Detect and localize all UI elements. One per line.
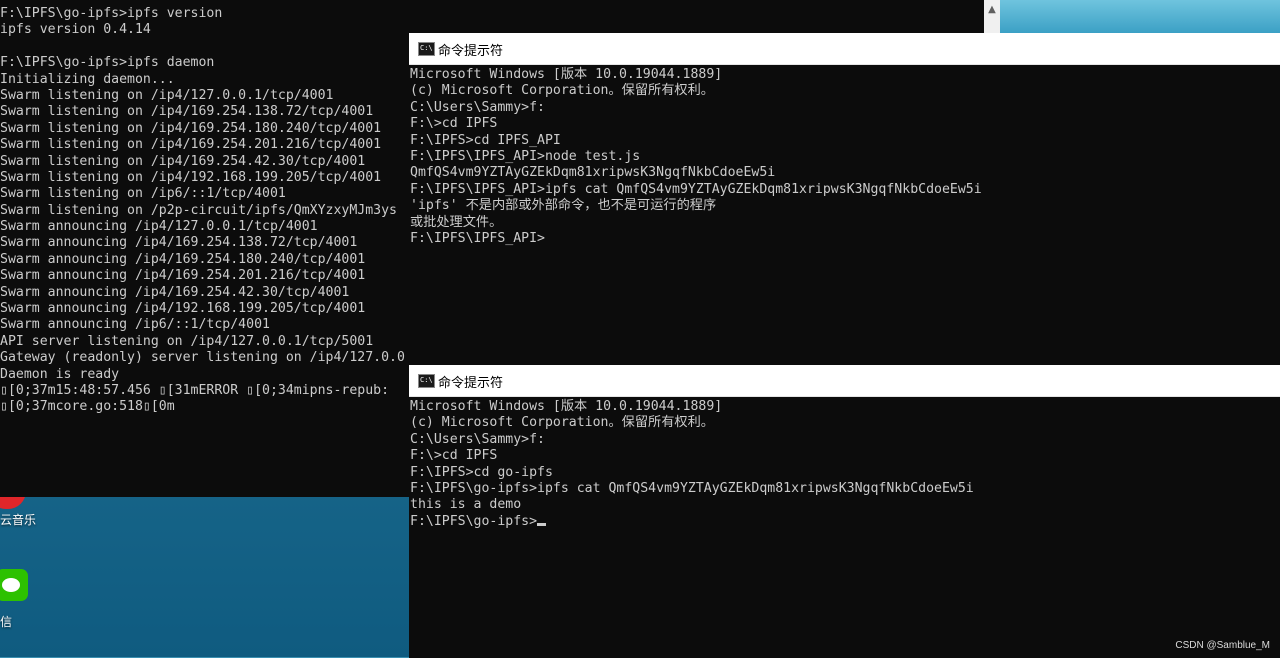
cmd-icon: C:\ — [418, 42, 435, 56]
console-line: Swarm listening on /ip4/169.254.138.72/t… — [0, 104, 374, 120]
terminal-output: F:\IPFS\go-ipfs>ipfs version ipfs version… — [0, 6, 405, 416]
scroll-up-icon[interactable]: ▲ — [984, 0, 1000, 20]
console-line: F:\IPFS\go-ipfs>ipfs version — [0, 6, 223, 21]
console-line: Swarm announcing /ip4/192.168.199.205/tc… — [0, 301, 366, 317]
console-line: (c) Microsoft Corporation。保留所有权利。 — [410, 83, 714, 99]
console-line: Swarm announcing /ip4/127.0.0.1/tcp/4001 — [0, 219, 318, 235]
window-title: 命令提示符 — [438, 44, 504, 59]
desktop-icon-label: 信 — [0, 615, 13, 629]
cmd-icon: C:\ — [418, 374, 435, 388]
console-line: Microsoft Windows [版本 10.0.19044.1889] — [410, 399, 723, 414]
wechat-app-icon — [0, 569, 28, 601]
console-line: QmfQS4vm9YZTAyGZEkDqm81xripwsK3NgqfNkbCd… — [410, 165, 776, 181]
console-line: this is a demo — [410, 497, 522, 513]
console-line: Swarm listening on /ip4/127.0.0.1/tcp/40… — [0, 87, 334, 103]
console-line: Swarm listening on /ip4/169.254.201.216/… — [0, 137, 382, 153]
console-line: F:\IPFS\go-ipfs>ipfs cat QmfQS4vm9YZTAyG… — [410, 481, 974, 497]
console-line: Swarm listening on /ip6/::1/tcp/4001 — [0, 186, 286, 202]
console-line: F:\IPFS\IPFS_API>ipfs cat QmfQS4vm9YZTAy… — [410, 181, 982, 197]
console-body[interactable]: Microsoft Windows [版本 10.0.19044.1889] (c… — [409, 65, 1280, 365]
console-line: C:\Users\Sammy>f: — [410, 431, 545, 447]
console-line: F:\IPFS\go-ipfs>ipfs daemon — [0, 55, 215, 71]
title-bar[interactable]: C:\ 命令提示符 — [409, 33, 1280, 65]
console-line: (c) Microsoft Corporation。保留所有权利。 — [410, 415, 714, 431]
console-line: Swarm announcing /ip4/169.254.180.240/tc… — [0, 251, 366, 267]
console-prompt-line[interactable]: F:\IPFS\go-ipfs> — [410, 514, 974, 530]
desktop-wallpaper — [1000, 0, 1280, 34]
console-line: Swarm listening on /p2p-circuit/ipfs/QmX… — [0, 202, 397, 218]
text-cursor — [537, 522, 547, 526]
console-output: Microsoft Windows [版本 10.0.19044.1889] (c… — [410, 399, 974, 530]
console-line: 'ipfs' 不是内部或外部命令，也不是可运行的程序 — [410, 198, 717, 214]
desktop-icon-wechat[interactable]: 信 — [0, 565, 40, 629]
console-line: Swarm announcing /ip4/169.254.138.72/tcp… — [0, 235, 358, 251]
console-output: Microsoft Windows [版本 10.0.19044.1889] (c… — [410, 67, 982, 247]
console-line: F:\IPFS\IPFS_API>node test.js — [410, 149, 641, 165]
watermark: CSDN @Samblue_M — [1175, 640, 1270, 651]
console-line: C:\Users\Sammy>f: — [410, 99, 545, 115]
desktop-icon-label: 云音乐 — [0, 513, 37, 527]
console-line: Swarm announcing /ip4/169.254.201.216/tc… — [0, 268, 366, 284]
console-body[interactable]: Microsoft Windows [版本 10.0.19044.1889] (c… — [409, 397, 1280, 658]
console-line: Swarm listening on /ip4/192.168.199.205/… — [0, 169, 382, 185]
console-line: Swarm announcing /ip6/::1/tcp/4001 — [0, 317, 270, 333]
window-title: 命令提示符 — [438, 376, 504, 391]
title-bar[interactable]: C:\ 命令提示符 — [409, 365, 1280, 397]
console-line: 或批处理文件。 — [410, 214, 503, 230]
cmd-window-2[interactable]: C:\ 命令提示符 Microsoft Windows [版本 10.0.190… — [409, 365, 1280, 658]
console-line: ipfs version 0.4.14 — [0, 22, 151, 38]
console-line: Microsoft Windows [版本 10.0.19044.1889] — [410, 67, 723, 82]
console-line: Swarm listening on /ip4/169.254.42.30/tc… — [0, 153, 366, 169]
console-line: ▯[0;37m15:48:57.456 ▯[31mERROR ▯[0;34mip… — [0, 382, 390, 398]
console-line: Swarm listening on /ip4/169.254.180.240/… — [0, 120, 382, 136]
console-line: F:\IPFS>cd IPFS_API — [410, 132, 561, 148]
console-line: F:\IPFS\IPFS_API> — [410, 231, 545, 247]
console-line: F:\>cd IPFS — [410, 116, 498, 132]
console-body-extension — [409, 626, 1280, 657]
cmd-window-1[interactable]: C:\ 命令提示符 Microsoft Windows [版本 10.0.190… — [409, 33, 1280, 365]
console-line: F:\>cd IPFS — [410, 448, 498, 464]
console-line: Gateway (readonly) server listening on /… — [0, 350, 405, 366]
console-line: API server listening on /ip4/127.0.0.1/t… — [0, 333, 374, 349]
console-prompt: F:\IPFS\go-ipfs> — [410, 513, 538, 529]
console-line: Daemon is ready — [0, 366, 120, 382]
console-line: ▯[0;37mcore.go:518▯[0m — [0, 399, 175, 415]
desktop-icon-music[interactable]: 云音乐 — [0, 491, 40, 537]
console-line: Swarm announcing /ip4/169.254.42.30/tcp/… — [0, 284, 350, 300]
console-line: F:\IPFS>cd go-ipfs — [410, 464, 553, 480]
console-line: Initializing daemon... — [0, 71, 175, 87]
